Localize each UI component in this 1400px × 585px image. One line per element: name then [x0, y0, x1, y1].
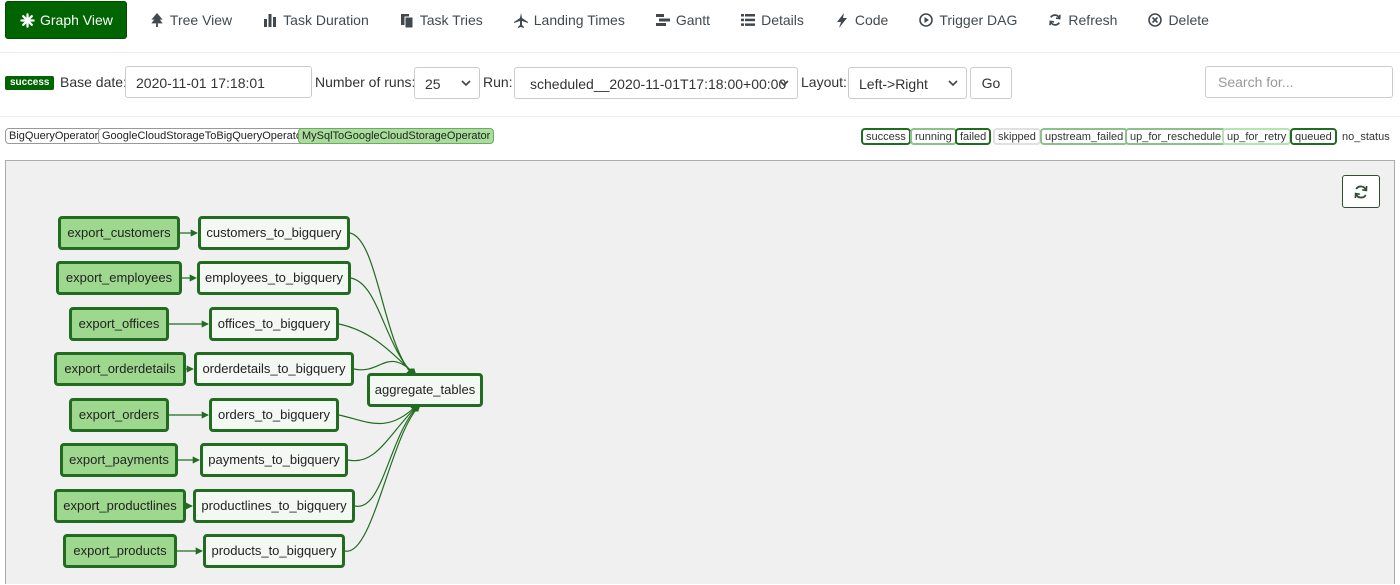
graph-refresh-button[interactable]	[1342, 175, 1380, 208]
top-nav: Graph View Tree View Task Duration Task Tri…	[0, 0, 1400, 40]
operator-legend-mysql-to-gcs[interactable]: MySqlToGoogleCloudStorageOperator	[298, 128, 495, 144]
task-node-export-customers[interactable]: export_customers	[58, 216, 180, 250]
tab-code[interactable]: Code	[822, 1, 900, 39]
edge	[350, 277, 415, 376]
run-select[interactable]: scheduled__2020-11-01T17:18:00+00:00	[514, 67, 798, 99]
task-node-products-to-bigquery[interactable]: products_to_bigquery	[203, 534, 345, 568]
tab-label: Delete	[1168, 12, 1209, 28]
tab-label: Code	[854, 12, 889, 28]
tab-label: Task Tries	[419, 12, 483, 28]
refresh-icon	[1047, 12, 1063, 28]
task-node-export-employees[interactable]: export_employees	[56, 261, 182, 295]
tab-label: Details	[761, 12, 804, 28]
operator-legend-gcs-to-bq[interactable]: GoogleCloudStorageToBigQueryOperator	[98, 128, 310, 144]
task-node-export-productlines[interactable]: export_productlines	[54, 489, 186, 523]
base-date-label: Base date:	[60, 74, 127, 90]
tab-gantt[interactable]: Gantt	[643, 1, 722, 39]
task-node-offices-to-bigquery[interactable]: offices_to_bigquery	[209, 307, 339, 341]
controls-bar: success Base date: 2020-11-01 17:18:01 N…	[0, 66, 1400, 100]
chevron-down-icon	[779, 80, 789, 87]
num-runs-label: Number of runs:	[315, 74, 416, 90]
tab-label: Trigger DAG	[939, 12, 1018, 28]
files-icon	[399, 12, 415, 28]
bolt-icon	[834, 12, 850, 28]
tab-label: Task Duration	[283, 12, 369, 28]
tab-trigger-dag[interactable]: Trigger DAG	[906, 1, 1029, 39]
run-label: Run:	[483, 74, 513, 90]
tab-tree-view[interactable]: Tree View	[137, 1, 244, 39]
operator-legend-bigquery[interactable]: BigQueryOperator	[5, 128, 103, 144]
task-node-export-orderdetails[interactable]: export_orderdetails	[54, 352, 186, 386]
layout-value: Left->Right	[859, 76, 928, 92]
tab-delete[interactable]: Delete	[1135, 1, 1220, 39]
search-input[interactable]: Search for...	[1205, 66, 1393, 98]
tab-label: Graph View	[40, 12, 113, 28]
state-legend-upstream-failed[interactable]: upstream_failed	[1040, 128, 1129, 145]
state-legend-success[interactable]: success	[861, 128, 911, 145]
task-node-aggregate-tables[interactable]: aggregate_tables	[367, 373, 483, 407]
tab-task-tries[interactable]: Task Tries	[387, 1, 495, 39]
tab-task-duration[interactable]: Task Duration	[250, 1, 381, 39]
task-node-customers-to-bigquery[interactable]: customers_to_bigquery	[198, 216, 350, 250]
asterisk-icon	[19, 12, 35, 28]
play-circle-icon	[918, 12, 934, 28]
base-date-input[interactable]: 2020-11-01 17:18:01	[125, 66, 312, 98]
tree-icon	[149, 12, 165, 28]
chevron-down-icon	[461, 80, 471, 87]
gantt-icon	[655, 12, 671, 28]
bar-chart-icon	[262, 12, 278, 28]
list-icon	[740, 12, 756, 28]
edge	[338, 404, 418, 425]
state-legend-running[interactable]: running	[910, 128, 957, 145]
task-node-export-payments[interactable]: export_payments	[60, 443, 178, 477]
tab-label: Landing Times	[533, 12, 625, 28]
go-button[interactable]: Go	[970, 67, 1012, 99]
tab-label: Tree View	[169, 12, 233, 28]
divider	[0, 52, 1400, 53]
state-legend-up-for-retry[interactable]: up_for_retry	[1222, 128, 1292, 145]
state-legend-up-for-reschedule[interactable]: up_for_reschedule	[1125, 128, 1227, 145]
task-node-orderdetails-to-bigquery[interactable]: orderdetails_to_bigquery	[194, 352, 354, 386]
run-value: scheduled__2020-11-01T17:18:00+00:00	[530, 76, 787, 92]
tab-label: Refresh	[1068, 12, 1118, 28]
task-node-productlines-to-bigquery[interactable]: productlines_to_bigquery	[193, 489, 355, 523]
tab-landing-times[interactable]: Landing Times	[501, 1, 637, 39]
layout-select[interactable]: Left->Right	[848, 67, 967, 99]
task-node-employees-to-bigquery[interactable]: employees_to_bigquery	[197, 261, 351, 295]
task-node-orders-to-bigquery[interactable]: orders_to_bigquery	[209, 398, 339, 432]
dag-graph-canvas[interactable]: export_customers export_employees export_o…	[5, 160, 1395, 584]
state-legend-skipped[interactable]: skipped	[993, 128, 1041, 145]
chevron-down-icon	[948, 80, 958, 87]
tab-refresh[interactable]: Refresh	[1035, 1, 1129, 39]
tab-graph-view[interactable]: Graph View	[5, 1, 127, 39]
dag-state-badge: success	[5, 76, 55, 90]
edge	[349, 232, 414, 376]
remove-circle-icon	[1147, 12, 1163, 28]
num-runs-value: 25	[425, 76, 441, 92]
state-legend-failed[interactable]: failed	[955, 128, 992, 145]
tab-details[interactable]: Details	[728, 1, 816, 39]
task-node-export-orders[interactable]: export_orders	[69, 398, 169, 432]
refresh-icon	[1354, 185, 1368, 198]
layout-label: Layout:	[801, 74, 847, 90]
state-legend-no-status[interactable]: no_status	[1337, 128, 1395, 145]
tab-label: Gantt	[675, 12, 711, 28]
legend-row: BigQueryOperator GoogleCloudStorageToBig…	[0, 128, 1400, 146]
task-node-export-offices[interactable]: export_offices	[69, 307, 169, 341]
plane-icon	[513, 12, 529, 28]
divider	[0, 116, 1400, 117]
num-runs-select[interactable]: 25	[414, 67, 480, 99]
task-node-export-products[interactable]: export_products	[63, 534, 177, 568]
task-node-payments-to-bigquery[interactable]: payments_to_bigquery	[200, 443, 348, 477]
state-legend-queued[interactable]: queued	[1290, 128, 1337, 145]
